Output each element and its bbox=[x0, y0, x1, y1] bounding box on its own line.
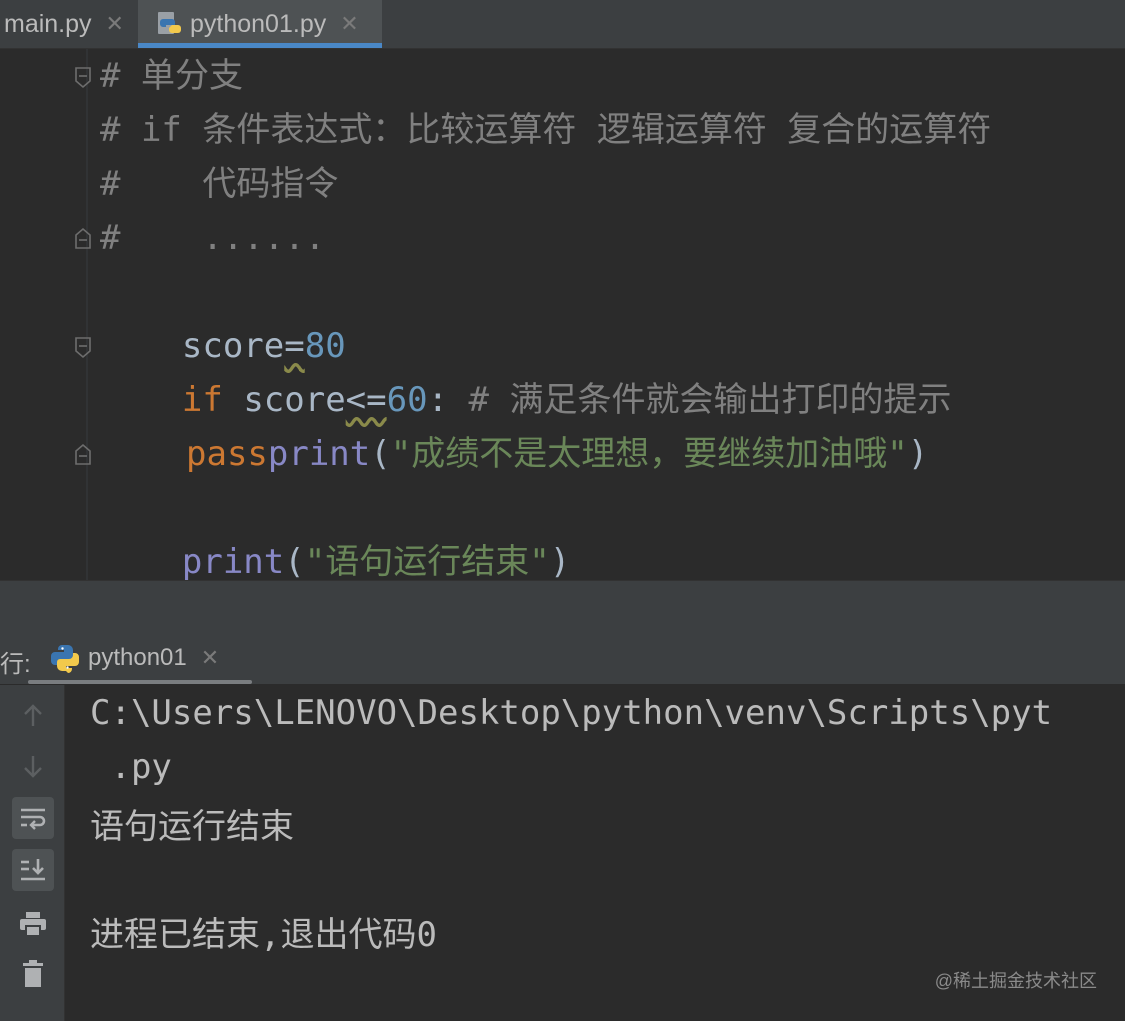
run-panel-header: 行: python01 ✕ bbox=[0, 632, 1125, 685]
tab-main-py[interactable]: main.py ✕ bbox=[4, 0, 132, 48]
panel-splitter[interactable] bbox=[0, 580, 1125, 633]
console-output[interactable]: C:\Users\LENOVO\Desktop\python\venv\Scri… bbox=[65, 685, 1125, 1021]
fold-end-icon[interactable] bbox=[74, 443, 92, 465]
up-arrow-icon bbox=[24, 704, 42, 726]
tab-label: python01.py bbox=[190, 9, 327, 38]
fold-end-icon[interactable] bbox=[74, 227, 92, 249]
tab-label: main.py bbox=[4, 9, 92, 38]
down-arrow-button[interactable] bbox=[12, 745, 54, 787]
console-line: .py bbox=[90, 747, 172, 787]
run-toolbar bbox=[0, 685, 65, 1021]
scroll-to-end-button[interactable] bbox=[12, 849, 54, 891]
code-line-2: # if 条件表达式：比较运算符 逻辑运算符 复合的运算符 bbox=[100, 110, 992, 150]
paren-token: ) bbox=[907, 434, 929, 474]
close-icon[interactable]: ✕ bbox=[340, 11, 358, 37]
scroll-to-end-icon bbox=[21, 859, 45, 881]
code-line-1: # 单分支 bbox=[100, 56, 243, 96]
run-tab-label: python01 bbox=[88, 644, 187, 671]
down-arrow-icon bbox=[24, 756, 42, 778]
active-tab-indicator bbox=[138, 43, 382, 48]
gutter-divider bbox=[86, 49, 88, 580]
editor-tab-bar: main.py ✕ python01.py ✕ bbox=[0, 0, 1125, 49]
string-token: "成绩不是太理想，要继续加油哦" bbox=[390, 434, 908, 474]
run-label: 行: bbox=[0, 651, 31, 678]
console-line: 语句运行结束 bbox=[90, 807, 294, 847]
code-line-3: # 代码指令 bbox=[100, 164, 339, 204]
paren-token: ( bbox=[284, 542, 305, 582]
trash-icon bbox=[23, 960, 43, 987]
up-arrow-button[interactable] bbox=[12, 695, 54, 737]
code-line-5: score=80 bbox=[100, 265, 346, 366]
console-line: C:\Users\LENOVO\Desktop\python\venv\Scri… bbox=[90, 693, 1053, 733]
fold-start-icon[interactable] bbox=[74, 67, 92, 89]
soft-wrap-icon bbox=[21, 808, 46, 830]
python-file-icon bbox=[158, 12, 181, 34]
console-line: 进程已结束,退出代码0 bbox=[90, 915, 437, 955]
code-editor[interactable]: # 单分支 # if 条件表达式：比较运算符 逻辑运算符 复合的运算符 # 代码… bbox=[0, 49, 1125, 582]
string-token: "语句运行结束" bbox=[304, 542, 550, 582]
soft-wrap-button[interactable] bbox=[12, 797, 54, 839]
builtin-token: print bbox=[181, 542, 285, 582]
run-tab-python01[interactable]: python01 ✕ bbox=[50, 632, 219, 684]
builtin-token: print bbox=[267, 434, 371, 474]
code-line-6: if score<=60: # 满足条件就会输出打印的提示 bbox=[100, 319, 952, 420]
print-button[interactable] bbox=[12, 903, 54, 945]
clear-button[interactable] bbox=[12, 953, 54, 995]
paren-token: ) bbox=[549, 542, 571, 582]
python-icon bbox=[51, 645, 79, 673]
print-icon bbox=[20, 912, 46, 937]
close-icon[interactable]: ✕ bbox=[106, 11, 124, 37]
watermark: @稀土掘金技术社区 bbox=[934, 971, 1097, 991]
code-line-8: pass bbox=[186, 434, 268, 474]
tab-python01-py[interactable]: python01.py ✕ bbox=[138, 0, 382, 48]
paren-token: ( bbox=[370, 434, 391, 474]
active-run-tab-indicator bbox=[28, 680, 252, 684]
close-icon[interactable]: ✕ bbox=[201, 645, 219, 671]
code-line-4: # ...... bbox=[100, 218, 326, 258]
code-line-7: print("成绩不是太理想，要继续加油哦") bbox=[186, 373, 928, 474]
fold-start-icon[interactable] bbox=[74, 337, 92, 359]
code-line-9: print("语句运行结束") bbox=[100, 481, 570, 582]
